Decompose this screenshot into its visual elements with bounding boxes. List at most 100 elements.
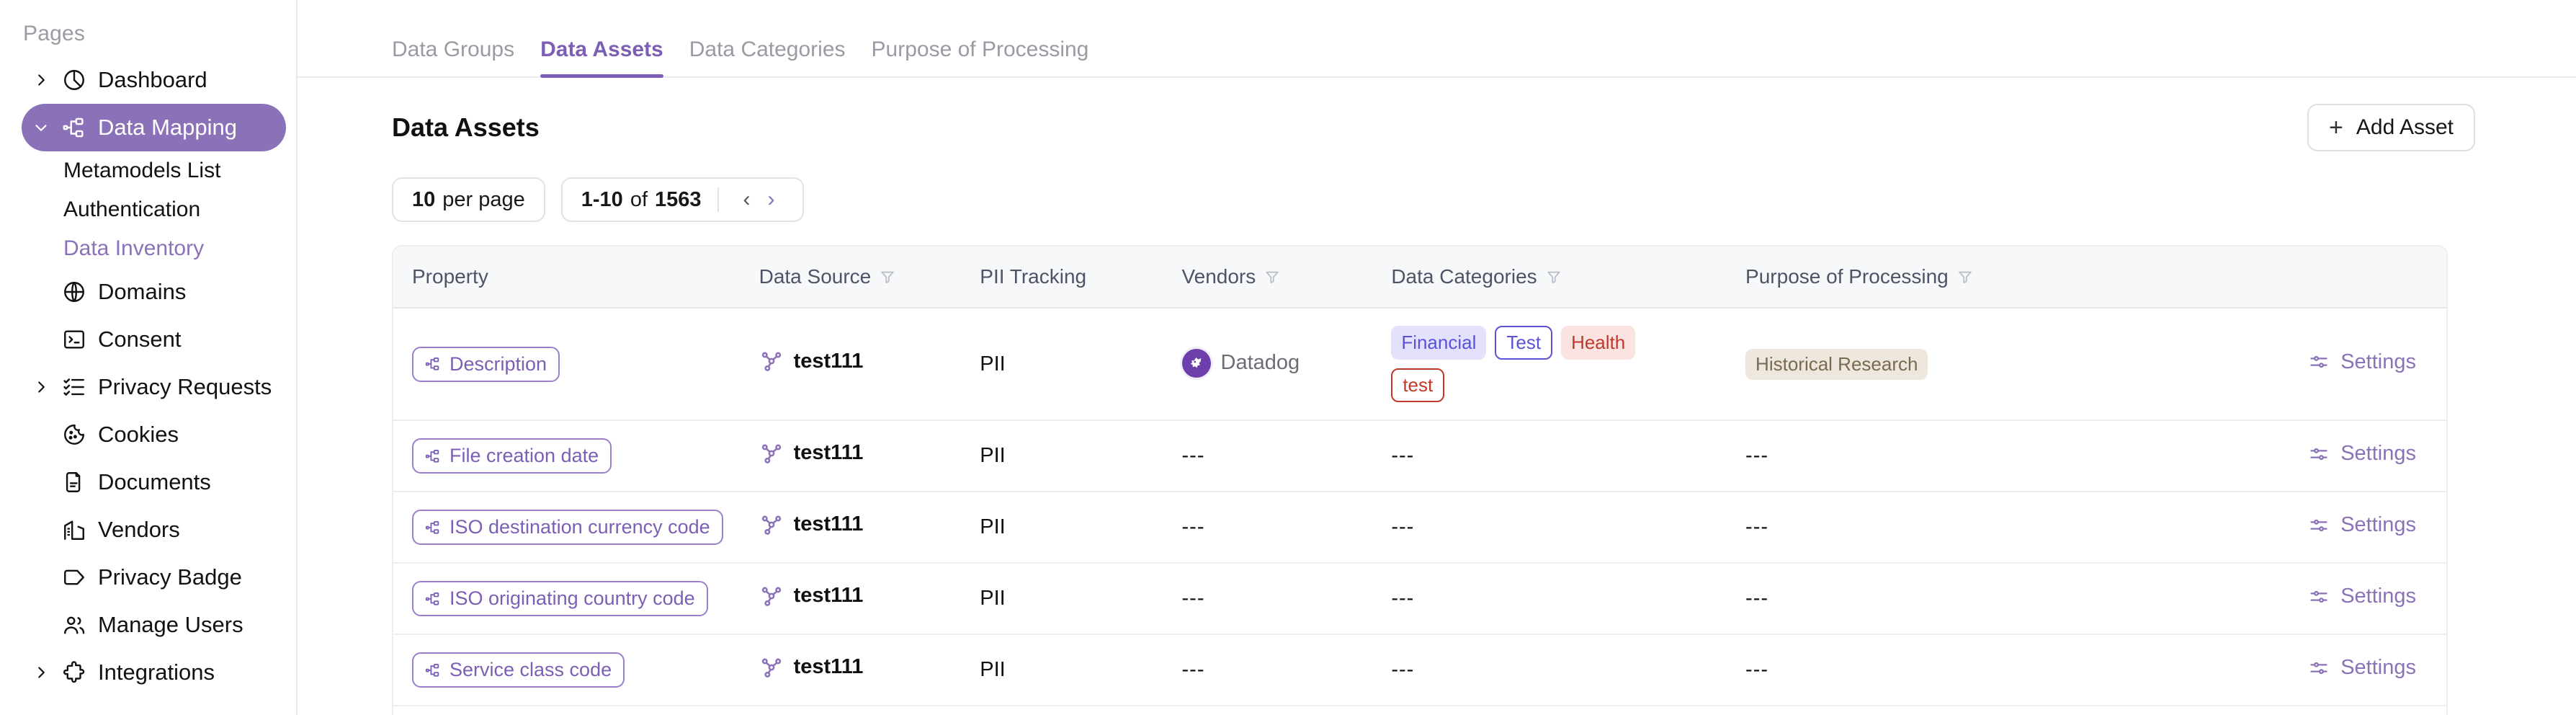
property-badge[interactable]: ISO originating country code: [412, 581, 708, 616]
settings-button[interactable]: Settings: [2309, 656, 2416, 680]
column-header-label: Vendors: [1181, 265, 1256, 288]
sidebar-heading: Pages: [23, 22, 86, 45]
data-source-value: test111: [759, 441, 863, 466]
sidebar-subitem-authentication[interactable]: Authentication: [0, 190, 296, 229]
cell-data-source: test111: [759, 491, 980, 563]
sidebar-item-vendors[interactable]: Vendors: [22, 506, 286, 554]
table-row[interactable]: ISO originating country code test111 PII --…: [393, 562, 2446, 634]
cell-pii-tracking: PII: [980, 705, 1182, 715]
sidebar-item-manage-users[interactable]: Manage Users: [22, 601, 286, 649]
tab-data-categories[interactable]: Data Categories: [689, 37, 846, 76]
pii-tracking-value: PII: [980, 515, 1006, 538]
sidebar-item-label: Integrations: [98, 660, 215, 685]
empty-value: ---: [1745, 658, 1769, 681]
table-row[interactable]: Batch tracetest111PII---------Settings: [393, 705, 2446, 715]
table-row[interactable]: Description test111 PII Datadog Financial Tes…: [393, 307, 2446, 420]
property-badge[interactable]: File creation date: [412, 438, 612, 474]
chevron-left-icon[interactable]: ‹: [735, 189, 759, 210]
cell-data-categories: ---: [1391, 634, 1746, 706]
empty-value: ---: [1181, 587, 1205, 610]
data-category-tag[interactable]: Financial: [1391, 326, 1487, 360]
cell-settings: Settings: [2172, 419, 2446, 492]
filter-icon[interactable]: [1264, 269, 1280, 285]
cell-data-categories: Financial Test Health test: [1391, 307, 1746, 420]
add-asset-button[interactable]: + Add Asset: [2307, 104, 2475, 151]
table-row[interactable]: Service class code test111 PII --- --- --- Set…: [393, 634, 2446, 706]
sidebar-item-data-mapping[interactable]: Data Mapping: [22, 104, 286, 151]
tab-data-groups[interactable]: Data Groups: [392, 37, 514, 76]
sidebar-item-documents[interactable]: Documents: [22, 458, 286, 506]
cell-vendors: ---: [1181, 705, 1392, 715]
pii-tracking-value: PII: [980, 587, 1006, 610]
vendor-item: Datadog: [1181, 348, 1300, 378]
settings-label: Settings: [2340, 513, 2416, 537]
chevron-right-icon[interactable]: [32, 378, 50, 396]
pie-chart-icon: [62, 68, 86, 92]
filter-icon[interactable]: [1957, 269, 1973, 285]
chevron-right-icon[interactable]: [32, 663, 50, 682]
sidebar-item-domains[interactable]: Domains: [22, 268, 286, 316]
sidebar-item-privacy-requests[interactable]: Privacy Requests: [22, 363, 286, 411]
globe-icon: [62, 280, 86, 304]
sidebar-item-dashboard[interactable]: Dashboard: [22, 56, 286, 104]
data-category-tag[interactable]: test: [1391, 368, 1445, 402]
property-badge[interactable]: Description: [412, 346, 560, 382]
column-header-label: Data Categories: [1391, 265, 1537, 288]
sidebar-subitem-data-inventory[interactable]: Data Inventory: [0, 229, 296, 268]
property-badge[interactable]: ISO destination currency code: [412, 510, 723, 545]
filter-icon[interactable]: [1546, 269, 1562, 285]
users-icon: [62, 613, 86, 637]
sidebar-item-cookies[interactable]: Cookies: [22, 411, 286, 458]
node-icon: [759, 584, 784, 608]
empty-value: ---: [1181, 515, 1205, 538]
filter-icon[interactable]: [880, 269, 895, 285]
chevron-right-icon[interactable]: ›: [759, 189, 784, 210]
column-header-data-source: Data Source: [759, 247, 980, 308]
table-row[interactable]: File creation date test111 PII --- --- --- Set…: [393, 419, 2446, 492]
sliders-icon: [2309, 658, 2329, 678]
sidebar-item-integrations[interactable]: Integrations: [22, 649, 286, 696]
data-category-tags: Financial Test Health test: [1391, 326, 1694, 402]
pagination-range: 1-10: [581, 187, 623, 211]
sidebar-item-label: Documents: [98, 469, 211, 494]
empty-value: ---: [1745, 587, 1769, 610]
tag-icon: [62, 565, 86, 590]
sliders-icon: [2309, 515, 2329, 536]
add-asset-label: Add Asset: [2356, 115, 2454, 139]
cell-vendors: ---: [1181, 634, 1392, 706]
node-icon: [759, 655, 784, 680]
data-category-tag[interactable]: Health: [1561, 326, 1636, 360]
column-header-property: Property: [393, 247, 759, 308]
app-root: Pages Dashboard Data Mapping Metamodels Li…: [0, 0, 2576, 715]
empty-value: ---: [1181, 444, 1205, 467]
chevron-right-icon[interactable]: [32, 71, 50, 89]
cell-settings: Settings: [2172, 307, 2446, 420]
settings-button[interactable]: Settings: [2309, 442, 2416, 466]
cell-data-source: test111: [759, 562, 980, 634]
per-page-selector[interactable]: 10 per page: [392, 177, 545, 222]
settings-button[interactable]: Settings: [2309, 585, 2416, 608]
purpose-tag[interactable]: Historical Research: [1745, 348, 1928, 380]
table-row[interactable]: ISO destination currency code test111 PII -…: [393, 491, 2446, 563]
settings-button[interactable]: Settings: [2309, 350, 2416, 374]
settings-button[interactable]: Settings: [2309, 513, 2416, 537]
property-badge[interactable]: Service class code: [412, 652, 625, 688]
data-category-tag[interactable]: Test: [1495, 326, 1553, 360]
sidebar-subitem-label: Metamodels List: [63, 159, 221, 182]
main-content: Data Groups Data Assets Data Categories Pur…: [298, 0, 2576, 715]
pii-tracking-value: PII: [980, 352, 1006, 376]
tab-data-assets[interactable]: Data Assets: [540, 37, 663, 78]
sidebar-subitem-metamodels-list[interactable]: Metamodels List: [0, 151, 296, 190]
empty-value: ---: [1745, 515, 1769, 538]
chevron-down-icon[interactable]: [32, 118, 50, 137]
cell-purpose-of-processing: ---: [1745, 562, 2173, 634]
column-header-label: Data Source: [759, 265, 872, 288]
sidebar-item-privacy-badge[interactable]: Privacy Badge: [22, 554, 286, 601]
cell-pii-tracking: PII: [980, 491, 1182, 563]
tab-purpose-of-processing[interactable]: Purpose of Processing: [872, 37, 1089, 76]
cell-property: ISO originating country code: [393, 562, 759, 634]
plus-icon: +: [2329, 114, 2343, 141]
sidebar-item-consent[interactable]: Consent: [22, 316, 286, 363]
column-header-label: PII Tracking: [980, 265, 1087, 288]
sliders-icon: [2309, 352, 2329, 372]
